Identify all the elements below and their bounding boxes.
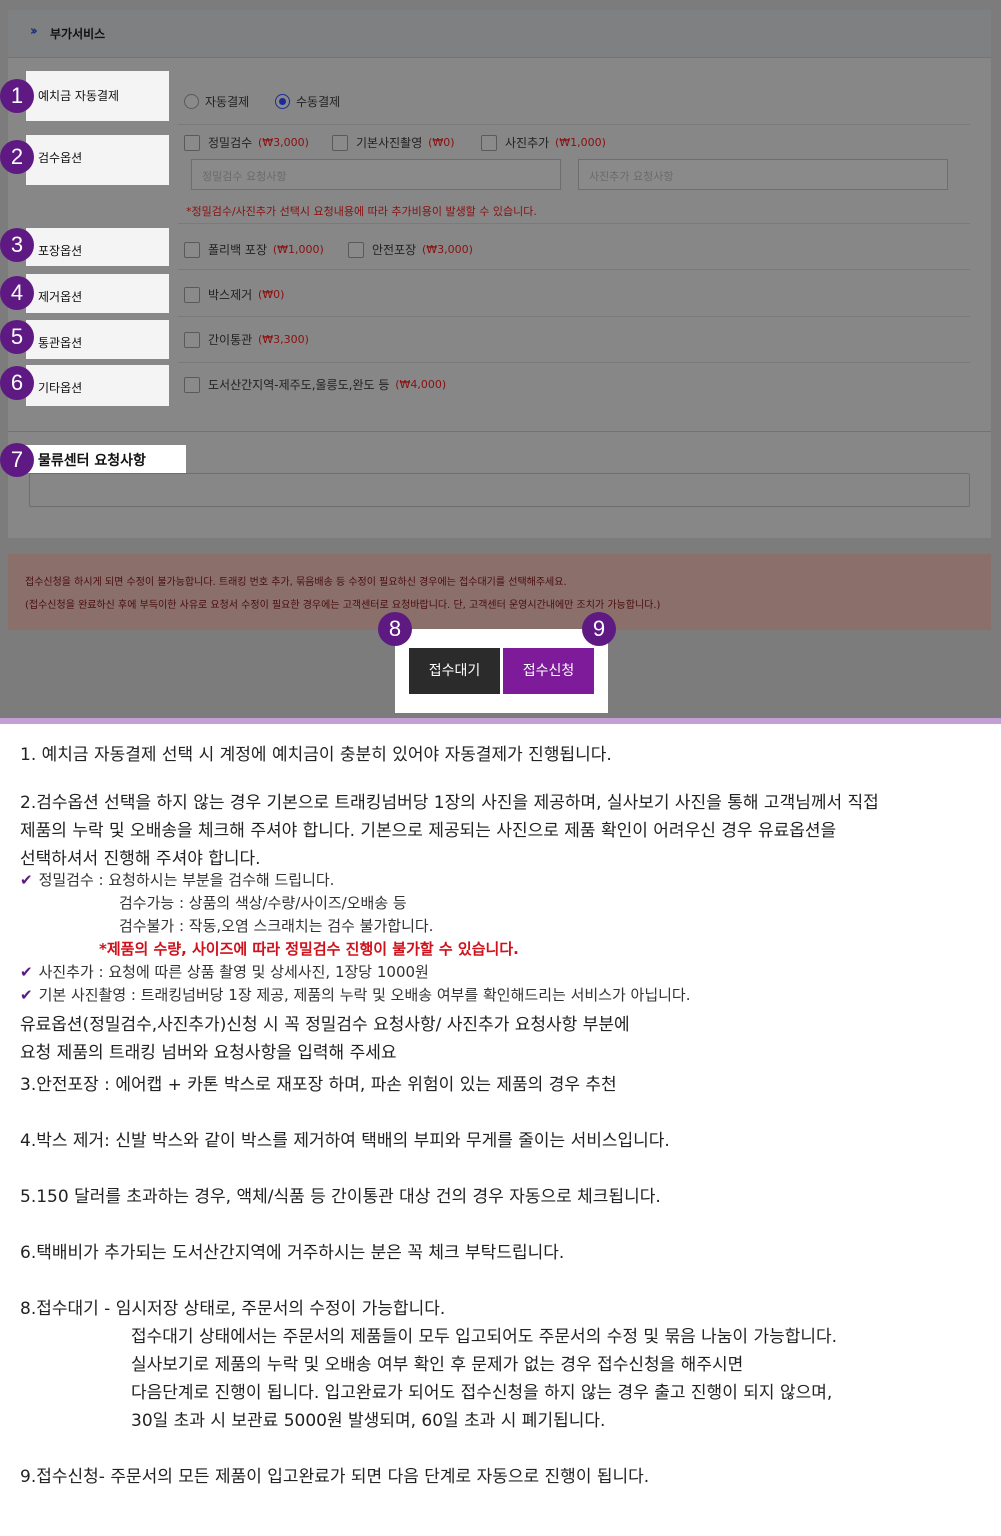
checkbox-extra-photo[interactable]: 사진추가 (₩1,000) xyxy=(481,134,606,151)
checkbox-box[interactable] xyxy=(348,241,364,258)
info-p9: 9.접수신청- 주문서의 모든 제품이 입고완료가 되면 다음 단계로 자동으로… xyxy=(20,1467,650,1487)
wait-button[interactable]: 접수대기 xyxy=(409,648,500,694)
double-chevron-right-icon: ›› xyxy=(30,24,38,39)
badge-5: 5 xyxy=(0,320,34,354)
form-screenshot: ›› 부가서비스 예치금 자동결제 1 자동결제 수동결제 검수옵션 2 정밀검… xyxy=(0,0,1001,720)
checkbox-basic-photo[interactable]: 기본사진촬영 (₩0) xyxy=(332,134,455,151)
checkbox-box[interactable] xyxy=(481,134,497,151)
badge-6: 6 xyxy=(0,366,34,400)
info-p4: 4.박스 제거: 신발 박스와 같이 박스를 제거하여 택배의 부피와 무게를 … xyxy=(20,1131,670,1151)
info-p2-line3: 선택하셔서 진행해 주셔야 합니다. xyxy=(20,849,261,869)
panel-title: 부가서비스 xyxy=(50,27,106,41)
info-p2-line1: 2.검수옵션 선택을 하지 않는 경우 기본으로 트래킹넘버당 1장의 사진을 … xyxy=(20,793,879,813)
info-p2-line2: 제품의 누락 및 오배송을 체크해 주셔야 합니다. 기본으로 제공되는 사진으… xyxy=(20,821,837,841)
row-divider xyxy=(178,223,970,224)
info-p5: 5.150 달러를 초과하는 경우, 액체/식품 등 간이통관 대상 건의 경우… xyxy=(20,1187,661,1207)
info-check-basic-photo: ✔ 기본 사진촬영 : 트래킹넘버당 1장 제공, 제품의 누락 및 오배송 여부… xyxy=(20,986,691,1004)
submit-notice: 접수신청을 하시게 되면 수정이 불가능합니다. 트래킹 번호 추가, 묶음배송… xyxy=(8,554,991,630)
checkbox-safe-packing[interactable]: 안전포장 (₩3,000) xyxy=(348,241,473,258)
info-p8-line1: 8.접수대기 - 임시저장 상태로, 주문서의 수정이 가능합니다. xyxy=(20,1299,446,1319)
checkbox-box[interactable] xyxy=(184,286,200,303)
checkmark-icon: ✔ xyxy=(20,963,33,981)
section-divider xyxy=(8,431,991,432)
radio-manual-pay-circle[interactable] xyxy=(275,94,290,109)
label-autopay: 예치금 자동결제 xyxy=(26,71,169,121)
info-p8-line3: 실사보기로 제품의 누락 및 오배송 여부 확인 후 문제가 없는 경우 접수신… xyxy=(131,1355,744,1375)
info-p3: 3.안전포장 : 에어캡 + 카톤 박스로 재포장 하며, 파손 위험이 있는 … xyxy=(20,1075,617,1095)
radio-manual-pay[interactable]: 수동결제 xyxy=(275,93,340,110)
checkbox-simple-customs[interactable]: 간이통관 (₩3,300) xyxy=(184,331,309,348)
info-p8-line5: 30일 초과 시 보관료 5000원 발생되며, 60일 초과 시 폐기됩니다. xyxy=(131,1411,606,1431)
row-divider xyxy=(178,124,970,125)
info-check-detailed-b: 검수불가 : 작동,오염 스크래치는 검수 불가합니다. xyxy=(119,917,434,935)
panel-header: ›› 부가서비스 xyxy=(8,10,991,58)
logistics-request-input[interactable] xyxy=(29,473,970,507)
apply-button[interactable]: 접수신청 xyxy=(503,648,594,694)
badge-9: 9 xyxy=(582,612,616,646)
label-inspection: 검수옵션 xyxy=(26,135,169,185)
detailed-inspection-request-input[interactable]: 정밀검수 요청사항 xyxy=(191,159,561,190)
explanation-section: 1. 예치금 자동결제 선택 시 계정에 예치금이 충분히 있어야 자동결제가 … xyxy=(0,724,1001,1536)
info-check-detailed-warning: *제품의 수량, 사이즈에 따라 정밀검수 진행이 불가할 수 있습니다. xyxy=(99,940,519,958)
info-check-detailed-a: 검수가능 : 상품의 색상/수량/사이즈/오배송 등 xyxy=(119,894,407,912)
row-divider xyxy=(178,362,970,363)
info-p6: 6.택배비가 추가되는 도서산간지역에 거주하시는 분은 꼭 체크 부탁드립니다… xyxy=(20,1243,565,1263)
info-p2-line5: 요청 제품의 트래킹 넘버와 요청사항을 입력해 주세요 xyxy=(20,1043,397,1063)
checkbox-box[interactable] xyxy=(184,241,200,258)
badge-7: 7 xyxy=(0,443,34,477)
checkbox-box[interactable] xyxy=(332,134,348,151)
checkmark-icon: ✔ xyxy=(20,986,33,1004)
label-etc: 기타옵션 xyxy=(26,365,169,406)
badge-4: 4 xyxy=(0,276,34,310)
checkbox-polybag[interactable]: 폴리백 포장 (₩1,000) xyxy=(184,241,324,258)
info-p8-line2: 접수대기 상태에서는 주문서의 제품들이 모두 입고되어도 주문서의 수정 및 … xyxy=(131,1327,838,1347)
badge-3: 3 xyxy=(0,228,34,262)
logistics-request-label: 물류센터 요청사항 xyxy=(24,445,186,473)
checkbox-remote-area[interactable]: 도서산간지역-제주도,울릉도,완도 등 (₩4,000) xyxy=(184,376,446,393)
row-divider xyxy=(178,316,970,317)
checkbox-box[interactable] xyxy=(184,331,200,348)
info-check-extra-photo: ✔ 사진추가 : 요청에 따른 상품 촬영 및 상세사진, 1장당 1000원 xyxy=(20,963,429,981)
label-removal: 제거옵션 xyxy=(26,274,169,313)
inspection-warning: *정밀검수/사진추가 선택시 요청내용에 따라 추가비용이 발생할 수 있습니다… xyxy=(186,205,537,218)
info-check-detailed: ✔ 정밀검수 : 요청하시는 부분을 검수해 드립니다. xyxy=(20,871,335,889)
button-area: 접수대기 접수신청 xyxy=(395,629,608,713)
info-p1: 1. 예치금 자동결제 선택 시 계정에 예치금이 충분히 있어야 자동결제가 … xyxy=(20,745,612,765)
info-p8-line4: 다음단계로 진행이 됩니다. 입고완료가 되어도 접수신청을 하지 않는 경우 … xyxy=(131,1383,833,1403)
badge-8: 8 xyxy=(378,612,412,646)
checkbox-box-removal[interactable]: 박스제거 (₩0) xyxy=(184,286,284,303)
row-divider xyxy=(178,269,970,270)
badge-1: 1 xyxy=(0,79,34,113)
checkbox-detailed-inspection[interactable]: 정밀검수 (₩3,000) xyxy=(184,134,309,151)
checkmark-icon: ✔ xyxy=(20,871,33,889)
checkbox-box[interactable] xyxy=(184,376,200,393)
notice-line-2: (접수신청을 완료하신 후에 부득이한 사유로 요청서 수정이 필요한 경우에는… xyxy=(25,600,661,611)
badge-2: 2 xyxy=(0,140,34,174)
label-packing: 포장옵션 xyxy=(26,228,169,266)
extra-photo-request-input[interactable]: 사진추가 요청사항 xyxy=(578,159,948,190)
radio-auto-pay[interactable]: 자동결제 xyxy=(184,93,249,110)
checkbox-box[interactable] xyxy=(184,134,200,151)
radio-auto-pay-circle[interactable] xyxy=(184,94,199,109)
info-p2-line4: 유료옵션(정밀검수,사진추가)신청 시 꼭 정밀검수 요청사항/ 사진추가 요청… xyxy=(20,1015,630,1035)
label-customs: 통관옵션 xyxy=(26,320,169,359)
notice-line-1: 접수신청을 하시게 되면 수정이 불가능합니다. 트래킹 번호 추가, 묶음배송… xyxy=(25,577,567,588)
